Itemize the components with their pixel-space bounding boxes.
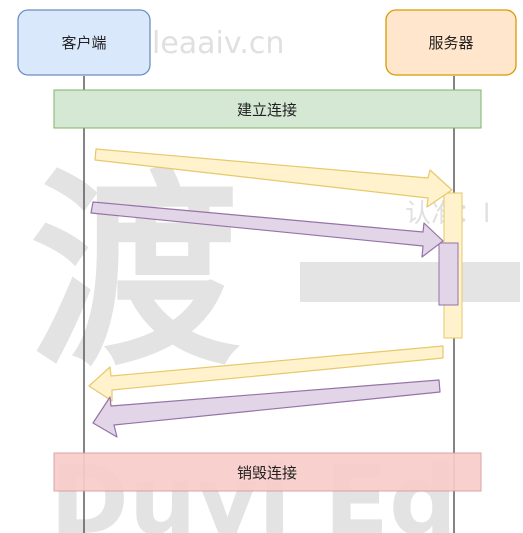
participant-client: 客户端 xyxy=(17,9,151,76)
watermark-big-char: 渡 xyxy=(30,150,240,395)
phase-connect-label: 建立连接 xyxy=(237,101,297,119)
phase-disconnect-label: 销毁连接 xyxy=(237,464,297,482)
phase-disconnect: 销毁连接 xyxy=(53,452,482,492)
participant-server-label: 服务器 xyxy=(428,34,473,52)
sequence-diagram: 渡 Duvi Ed 认准：leaaiv.cn 认准：l 客户端 服务器 建立连接… xyxy=(17,9,520,533)
watermark-bar xyxy=(300,262,520,302)
participant-server: 服务器 xyxy=(385,9,517,76)
phase-connect: 建立连接 xyxy=(53,89,482,129)
participant-client-label: 客户端 xyxy=(61,34,106,52)
server-activation-inner xyxy=(438,242,459,306)
